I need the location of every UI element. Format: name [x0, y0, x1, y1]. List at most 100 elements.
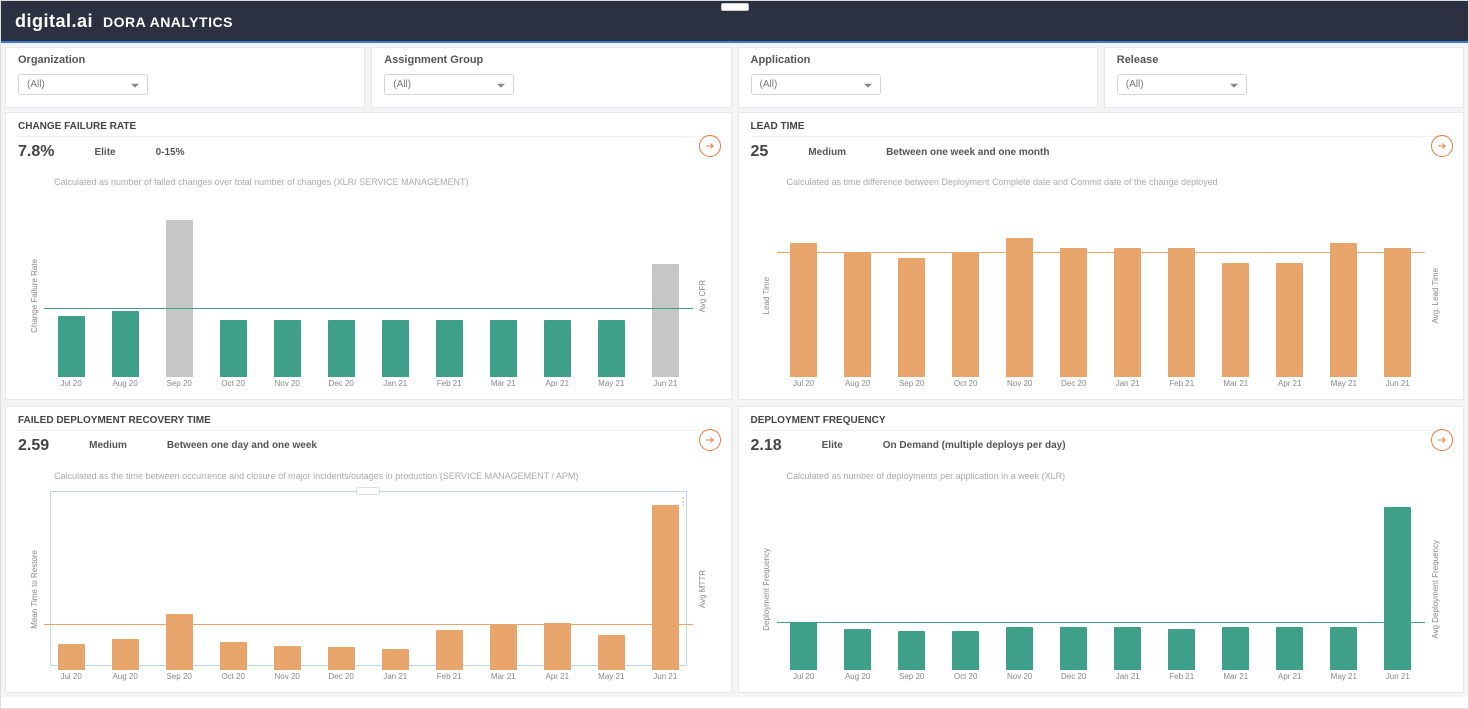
- bar[interactable]: [166, 220, 193, 376]
- bar[interactable]: [652, 505, 679, 670]
- average-line: [777, 622, 1426, 623]
- bar[interactable]: [898, 258, 925, 377]
- drag-handle-top[interactable]: [721, 3, 749, 11]
- bar-slot: [1269, 497, 1310, 671]
- bar[interactable]: [952, 631, 979, 670]
- x-tick-label: Nov 20: [267, 672, 308, 686]
- x-tick-label: Feb 21: [1161, 379, 1202, 393]
- filter-select-3[interactable]: (All): [1117, 74, 1247, 95]
- x-tick-label: Apr 21: [1269, 379, 1310, 393]
- bar[interactable]: [898, 631, 925, 670]
- bar-slot: [1377, 203, 1418, 377]
- bar[interactable]: [58, 316, 85, 377]
- filter-label: Release: [1117, 54, 1451, 66]
- drill-in-button[interactable]: [699, 135, 721, 157]
- bar[interactable]: [166, 614, 193, 670]
- metric-tier: Medium: [808, 147, 846, 158]
- bar-slot: [999, 497, 1040, 671]
- bar-slot: [105, 203, 146, 377]
- bar[interactable]: [328, 320, 355, 376]
- bar[interactable]: [436, 630, 463, 670]
- bar[interactable]: [844, 629, 871, 670]
- bar[interactable]: [382, 649, 409, 670]
- bar[interactable]: [1276, 263, 1303, 377]
- filter-select-1[interactable]: (All): [384, 74, 514, 95]
- bar[interactable]: [544, 320, 571, 376]
- bar[interactable]: [1384, 507, 1411, 670]
- bar-slot: [945, 203, 986, 377]
- bar[interactable]: [58, 644, 85, 670]
- chart-container: Change Failure Rate Jul 20Aug 20Sep 20Oc…: [18, 193, 719, 395]
- bar[interactable]: [952, 253, 979, 377]
- bar-slot: [1323, 203, 1364, 377]
- bar[interactable]: [490, 625, 517, 670]
- bar[interactable]: [1168, 629, 1195, 670]
- bar[interactable]: [1276, 627, 1303, 670]
- metric-tier: Elite: [822, 440, 843, 451]
- bar[interactable]: [790, 622, 817, 670]
- drill-in-button[interactable]: [1431, 135, 1453, 157]
- bar[interactable]: [1384, 248, 1411, 377]
- bar-slot: [321, 497, 362, 671]
- chart-plot: Jul 20Aug 20Sep 20Oct 20Nov 20Dec 20Jan …: [777, 491, 1426, 689]
- bar[interactable]: [1060, 627, 1087, 670]
- x-tick-label: Aug 20: [105, 672, 146, 686]
- bar[interactable]: [328, 647, 355, 670]
- bar-slot: [999, 203, 1040, 377]
- bar-slot: [645, 497, 686, 671]
- filter-select-2[interactable]: (All): [751, 74, 881, 95]
- chart-plot: Jul 20Aug 20Sep 20Oct 20Nov 20Dec 20Jan …: [44, 197, 693, 395]
- bar[interactable]: [1114, 248, 1141, 377]
- bar[interactable]: [112, 311, 139, 376]
- average-line: [44, 624, 693, 625]
- x-tick-label: Jun 21: [645, 672, 686, 686]
- drill-in-button[interactable]: [1431, 429, 1453, 451]
- x-tick-label: Jun 21: [645, 379, 686, 393]
- x-axis-labels: Jul 20Aug 20Sep 20Oct 20Nov 20Dec 20Jan …: [777, 672, 1426, 686]
- x-tick-label: Dec 20: [321, 672, 362, 686]
- bar[interactable]: [112, 639, 139, 670]
- bar-slot: [50, 203, 91, 377]
- card-title: LEAD TIME: [751, 121, 1452, 137]
- bar[interactable]: [1330, 627, 1357, 670]
- bar[interactable]: [382, 320, 409, 376]
- bar[interactable]: [1114, 627, 1141, 670]
- bar[interactable]: [544, 623, 571, 670]
- filter-select-0[interactable]: (All): [18, 74, 148, 95]
- bar-slot: [1107, 497, 1148, 671]
- bar[interactable]: [1060, 248, 1087, 377]
- bar-slot: [483, 497, 524, 671]
- bar[interactable]: [598, 320, 625, 376]
- bar[interactable]: [220, 642, 247, 670]
- y-axis-right: Avg CFR: [693, 197, 713, 395]
- bar-slot: [591, 203, 632, 377]
- metric-card-lead: LEAD TIME 25 Medium Between one week and…: [738, 112, 1465, 400]
- bar[interactable]: [1168, 248, 1195, 377]
- bar[interactable]: [598, 635, 625, 670]
- x-tick-label: Aug 20: [837, 379, 878, 393]
- drag-handle-icon[interactable]: [356, 487, 380, 495]
- bar[interactable]: [844, 253, 871, 377]
- bar[interactable]: [436, 320, 463, 376]
- bar[interactable]: [274, 646, 301, 670]
- drill-in-button[interactable]: [699, 429, 721, 451]
- x-tick-label: Oct 20: [945, 672, 986, 686]
- bar[interactable]: [790, 243, 817, 377]
- metric-tier: Elite: [94, 147, 115, 158]
- bar[interactable]: [490, 320, 517, 376]
- bar[interactable]: [274, 320, 301, 376]
- bar[interactable]: [1222, 627, 1249, 670]
- x-tick-label: May 21: [591, 672, 632, 686]
- bar[interactable]: [220, 320, 247, 376]
- bar[interactable]: [1006, 238, 1033, 377]
- bar[interactable]: [1222, 263, 1249, 377]
- x-tick-label: Sep 20: [891, 672, 932, 686]
- bar[interactable]: [1006, 627, 1033, 670]
- bar-slot: [375, 497, 416, 671]
- y-axis-left: Change Failure Rate: [24, 197, 44, 395]
- bar[interactable]: [652, 264, 679, 377]
- x-tick-label: Oct 20: [945, 379, 986, 393]
- x-tick-label: Dec 20: [1053, 672, 1094, 686]
- bar[interactable]: [1330, 243, 1357, 377]
- x-tick-label: Jan 21: [1107, 379, 1148, 393]
